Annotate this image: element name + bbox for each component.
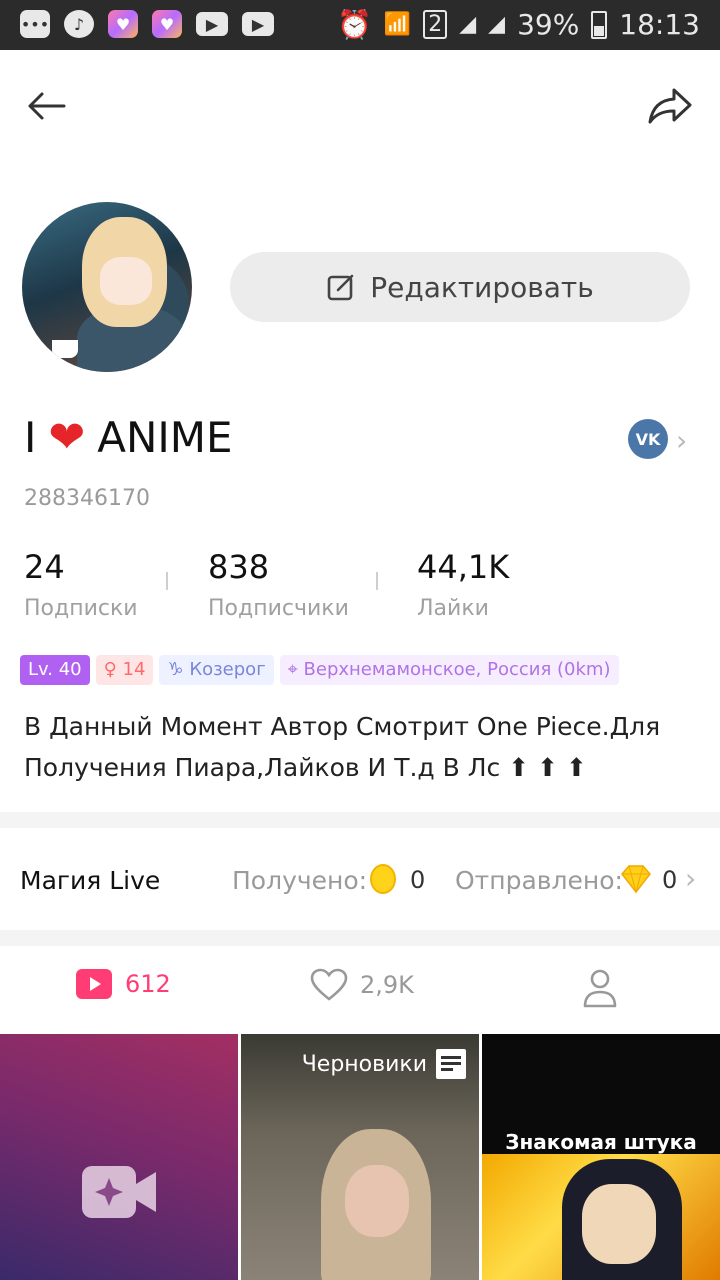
- youtube-icon: ▶: [196, 12, 228, 36]
- likee-icon: ♥: [108, 10, 138, 38]
- vk-icon[interactable]: VK: [628, 419, 668, 459]
- heart-outline-icon: [310, 968, 348, 1001]
- user-id: 288346170: [24, 486, 150, 511]
- avatar[interactable]: [22, 202, 192, 372]
- drafts-icon: [436, 1049, 466, 1079]
- sent-label: Отправлено:: [455, 866, 623, 895]
- female-icon: ♀: [103, 659, 123, 680]
- divider: [166, 572, 168, 590]
- likes-count: 2,9K: [360, 971, 414, 999]
- tab-likes[interactable]: 2,9K: [310, 968, 414, 1002]
- edit-icon: [327, 274, 354, 301]
- diamond-icon: [621, 865, 651, 894]
- chevron-right-icon: ›: [685, 862, 697, 895]
- level-badge[interactable]: Lv. 40: [20, 655, 90, 685]
- stat-value: 24: [24, 548, 65, 586]
- edit-profile-button[interactable]: Редактировать: [230, 252, 690, 322]
- likee-icon: ♥: [152, 10, 182, 38]
- fan-count: 14: [122, 659, 146, 680]
- system-status: ⏰ 📶 2 ◢ ◢ 39% 18:13: [337, 8, 700, 41]
- location-pin-icon: ⌖: [287, 659, 304, 680]
- stat-value: 838: [208, 548, 270, 586]
- signal-icon: ◢: [488, 12, 506, 37]
- section-divider: [0, 812, 720, 828]
- fan-badge[interactable]: ♀ 14: [95, 655, 154, 685]
- share-button[interactable]: [640, 76, 700, 136]
- back-button[interactable]: [16, 76, 76, 136]
- tab-profile[interactable]: [582, 968, 618, 1008]
- stat-label: Лайки: [417, 596, 489, 621]
- status-bar: ••• ♪ ♥ ♥ ▶ ▶ ⏰ 📶 2 ◢ ◢ 39% 18:13: [0, 0, 720, 50]
- chevron-right-icon[interactable]: ›: [676, 424, 687, 457]
- profile-name-part: I: [24, 413, 37, 462]
- zodiac-badge: ♑ Козерог: [159, 655, 274, 685]
- signal-icon: ◢: [459, 12, 477, 37]
- location-label: Верхнемамонское, Россия (0km): [303, 659, 611, 680]
- drafts-label: Черновики: [302, 1048, 467, 1080]
- video-grid: Черновики Знакомая штука: [0, 1034, 720, 1280]
- profile-name: I ❤ ANIME: [24, 412, 233, 463]
- magic-live-title: Магия Live: [20, 866, 161, 895]
- stat-label: Подписчики: [208, 596, 349, 621]
- stat-likes[interactable]: 44,1K Лайки: [417, 548, 509, 621]
- received-value: 0: [410, 866, 426, 894]
- chat-icon: •••: [20, 10, 50, 38]
- stat-value: 44,1K: [417, 548, 510, 586]
- heart-icon: ❤: [48, 412, 86, 463]
- notification-icons: ••• ♪ ♥ ♥ ▶ ▶: [20, 10, 274, 38]
- profile-bio: В Данный Момент Автор Смотрит One Piece.…: [24, 712, 661, 782]
- battery-icon: [591, 10, 608, 39]
- section-divider: [0, 930, 720, 946]
- video-thumbnail: [321, 1129, 431, 1280]
- magic-live-row[interactable]: Магия Live Получено: 0 Отправлено: 0 ›: [0, 830, 720, 930]
- capricorn-icon: ♑: [167, 659, 190, 680]
- video-play-icon: [76, 969, 112, 999]
- battery-percent: 39%: [517, 8, 580, 41]
- stat-following[interactable]: 24 Подписки: [24, 548, 138, 621]
- edit-profile-label: Редактировать: [370, 270, 594, 304]
- user-icon: [583, 969, 617, 1008]
- bean-icon: [370, 864, 396, 894]
- videos-count: 612: [125, 970, 171, 998]
- share-icon: [648, 88, 692, 124]
- sent-value: 0: [662, 866, 678, 894]
- wifi-icon: 📶: [383, 12, 412, 37]
- video-camera-icon: [82, 1166, 156, 1218]
- zodiac-label: Козерог: [189, 659, 266, 680]
- arrow-left-icon: [28, 92, 66, 120]
- content-tabs: 612 2,9K: [0, 948, 720, 1034]
- location-badge: ⌖ Верхнемамонское, Россия (0km): [279, 655, 619, 685]
- stat-label: Подписки: [24, 596, 138, 621]
- music-icon: ♪: [64, 10, 94, 38]
- tab-videos[interactable]: 612: [75, 968, 171, 1000]
- video-tile[interactable]: Знакомая штука: [482, 1034, 720, 1280]
- clock: 18:13: [619, 8, 700, 41]
- youtube-icon: ▶: [242, 12, 274, 36]
- top-bar: [0, 60, 720, 150]
- drafts-text: Черновики: [301, 1051, 427, 1077]
- profile-tags: Lv. 40 ♀ 14 ♑ Козерог ⌖ Верхнемамонское,…: [20, 655, 619, 685]
- received-label: Получено:: [232, 866, 368, 895]
- stat-followers[interactable]: 838 Подписчики: [208, 548, 349, 621]
- record-video-tile[interactable]: [0, 1034, 238, 1280]
- sim-indicator: 2: [423, 10, 448, 39]
- video-caption: Знакомая штука: [505, 1130, 697, 1154]
- profile-name-part: ANIME: [97, 413, 233, 462]
- alarm-icon: ⏰: [336, 8, 372, 41]
- divider: [376, 572, 378, 590]
- draft-video-tile[interactable]: Черновики: [241, 1034, 479, 1280]
